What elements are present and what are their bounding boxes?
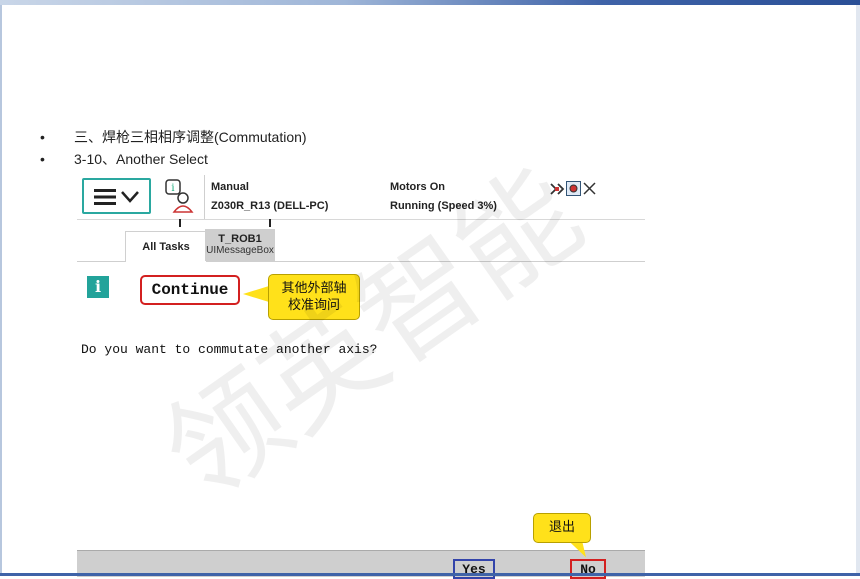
- controller-name: Z030R_R13 (DELL-PC): [211, 200, 329, 212]
- bullet-text: 三、焊枪三相相序调整(Commutation): [74, 129, 307, 145]
- callout-line: 校准询问: [287, 298, 340, 313]
- message-body: Do you want to commutate another axis?: [81, 342, 378, 357]
- window-right-border: [856, 5, 860, 576]
- robot-status-icon: [550, 182, 565, 195]
- bullet-text: 3-10、Another Select: [74, 151, 208, 167]
- operating-mode: Manual: [211, 181, 249, 193]
- message-title: Continue: [140, 275, 240, 305]
- run-state: Running (Speed 3%): [390, 200, 497, 212]
- fp-header: i Manual Z030R_R13 (DELL-PC) Motors On R…: [77, 175, 645, 220]
- task-tabs: All Tasks T_ROB1 UIMessageBox: [77, 227, 645, 262]
- header-divider: [204, 175, 205, 219]
- tab-t-rob1-label: T_ROB1: [218, 233, 262, 245]
- window-top-border: [0, 0, 860, 5]
- tab-t-rob1-sublabel: UIMessageBox: [206, 245, 274, 256]
- bullet-item: • 三、焊枪三相相序调整(Commutation): [40, 127, 307, 147]
- operator-info-icon: i: [165, 179, 194, 213]
- system-icons: [549, 181, 597, 196]
- close-icon[interactable]: [582, 181, 597, 196]
- no-button[interactable]: No: [570, 559, 606, 579]
- callout-tail: [243, 286, 269, 302]
- bullet-item: • 3-10、Another Select: [40, 149, 208, 169]
- callout-line: 其他外部轴: [281, 281, 347, 296]
- menu-hamburger-icon: [94, 189, 139, 205]
- motors-state: Motors On: [390, 181, 445, 193]
- gear-icon[interactable]: [566, 181, 581, 196]
- tab-all-tasks[interactable]: All Tasks: [125, 231, 207, 262]
- tab-t-rob1[interactable]: T_ROB1 UIMessageBox: [205, 229, 275, 261]
- yes-button[interactable]: Yes: [453, 559, 495, 579]
- callout-title-note: 其他外部轴 校准询问: [268, 274, 360, 320]
- callout-exit-note: 退出: [533, 513, 591, 543]
- window-left-border: [0, 5, 2, 576]
- bullet-marker: •: [40, 129, 45, 145]
- event-log-button[interactable]: i: [163, 178, 197, 221]
- info-icon: i: [87, 276, 109, 298]
- bullet-marker: •: [40, 151, 45, 167]
- svg-text:i: i: [171, 183, 174, 194]
- main-menu-button[interactable]: [82, 178, 151, 214]
